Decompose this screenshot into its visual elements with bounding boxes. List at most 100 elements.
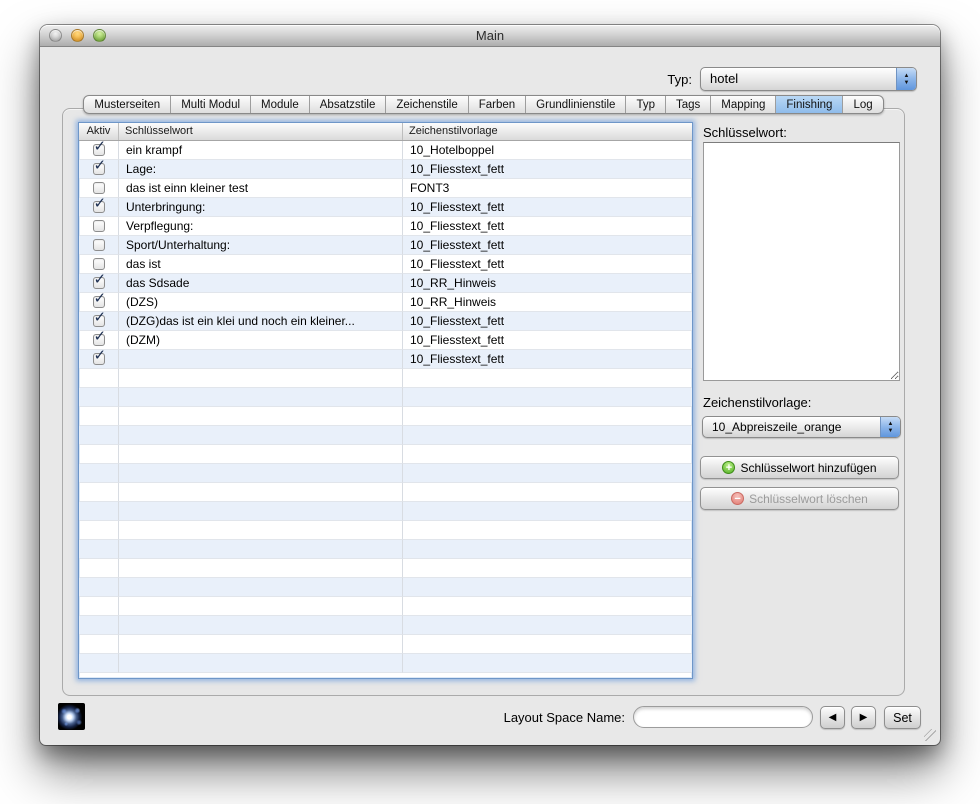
next-button[interactable]: ▶ <box>851 706 876 729</box>
tab-zeichenstile[interactable]: Zeichenstile <box>386 96 468 113</box>
row-checkbox[interactable]: ✓ <box>93 163 105 175</box>
column-header-aktiv[interactable]: Aktiv <box>79 123 119 140</box>
previous-button[interactable]: ◀ <box>820 706 845 729</box>
table-row-empty[interactable] <box>79 597 692 616</box>
tab-farben[interactable]: Farben <box>469 96 526 113</box>
table-row-empty[interactable] <box>79 654 692 673</box>
table-row[interactable]: ✓(DZM)10_Fliesstext_fett <box>79 331 692 350</box>
table-row[interactable]: ✓(DZS)10_RR_Hinweis <box>79 293 692 312</box>
stepper-down-icon: ▼ <box>904 80 910 86</box>
cell-style: 10_Fliesstext_fett <box>403 331 692 350</box>
column-header-schluesselwort[interactable]: Schlüsselwort <box>119 123 403 140</box>
cell-empty <box>119 654 403 673</box>
layout-space-name-input[interactable] <box>633 706 813 728</box>
row-checkbox[interactable]: ✓ <box>93 277 105 289</box>
tab-finishing[interactable]: Finishing <box>776 96 843 113</box>
row-checkbox[interactable] <box>93 220 105 232</box>
tab-multi-modul[interactable]: Multi Modul <box>171 96 251 113</box>
resize-grip[interactable] <box>924 729 936 741</box>
tab-grundlinienstile[interactable]: Grundlinienstile <box>526 96 626 113</box>
cell-style: 10_RR_Hinweis <box>403 293 692 312</box>
cell-empty <box>403 521 692 540</box>
style-popup-button[interactable]: 10_Abpreiszeile_orange ▲ ▼ <box>702 416 901 438</box>
right-arrow-icon: ▶ <box>860 712 868 723</box>
cell-keyword: das Sdsade <box>119 274 403 293</box>
close-button-icon[interactable] <box>49 29 62 42</box>
table-row-empty[interactable] <box>79 369 692 388</box>
plus-glyph: + <box>726 463 732 473</box>
row-checkbox[interactable] <box>93 239 105 251</box>
cell-style: 10_Fliesstext_fett <box>403 255 692 274</box>
table-row-empty[interactable] <box>79 559 692 578</box>
popup-stepper-icon: ▲ ▼ <box>896 68 916 90</box>
table-row-empty[interactable] <box>79 407 692 426</box>
cell-empty <box>79 369 119 388</box>
row-checkbox[interactable]: ✓ <box>93 334 105 346</box>
cell-empty <box>403 597 692 616</box>
table-row-empty[interactable] <box>79 521 692 540</box>
table-row[interactable]: ✓10_Fliesstext_fett <box>79 350 692 369</box>
cell-aktiv <box>79 179 119 198</box>
check-icon: ✓ <box>94 312 107 327</box>
column-header-zeichenstilvorlage[interactable]: Zeichenstilvorlage <box>403 123 692 140</box>
row-checkbox[interactable]: ✓ <box>93 296 105 308</box>
add-keyword-button[interactable]: + Schlüsselwort hinzufügen <box>700 456 899 479</box>
cell-style: 10_Fliesstext_fett <box>403 236 692 255</box>
tab-module[interactable]: Module <box>251 96 310 113</box>
set-button[interactable]: Set <box>884 706 921 729</box>
row-checkbox[interactable]: ✓ <box>93 144 105 156</box>
zoom-button-icon[interactable] <box>93 29 106 42</box>
cell-style: FONT3 <box>403 179 692 198</box>
cell-empty <box>79 597 119 616</box>
table-row-empty[interactable] <box>79 426 692 445</box>
title-bar[interactable]: Main <box>40 25 940 47</box>
check-icon: ✓ <box>94 141 107 156</box>
table-row[interactable]: das ist10_Fliesstext_fett <box>79 255 692 274</box>
delete-keyword-button[interactable]: − Schlüsselwort löschen <box>700 487 899 510</box>
cell-aktiv: ✓ <box>79 274 119 293</box>
row-checkbox[interactable]: ✓ <box>93 201 105 213</box>
minimize-button-icon[interactable] <box>71 29 84 42</box>
table-row-empty[interactable] <box>79 616 692 635</box>
cell-empty <box>119 540 403 559</box>
table-row[interactable]: Sport/Unterhaltung:10_Fliesstext_fett <box>79 236 692 255</box>
keyword-textarea[interactable] <box>703 142 900 381</box>
table-row[interactable]: ✓(DZG)das ist ein klei und noch ein klei… <box>79 312 692 331</box>
table-row-empty[interactable] <box>79 578 692 597</box>
cell-style: 10_Hotelboppel <box>403 141 692 160</box>
table-row[interactable]: das ist einn kleiner testFONT3 <box>79 179 692 198</box>
tab-absatzstile[interactable]: Absatzstile <box>310 96 387 113</box>
tab-log[interactable]: Log <box>843 96 882 113</box>
table-row-empty[interactable] <box>79 388 692 407</box>
row-checkbox[interactable]: ✓ <box>93 315 105 327</box>
tab-musterseiten[interactable]: Musterseiten <box>84 96 171 113</box>
cell-empty <box>403 445 692 464</box>
tab-bar: MusterseitenMulti ModulModuleAbsatzstile… <box>62 95 905 114</box>
tab-typ[interactable]: Typ <box>626 96 666 113</box>
table-row[interactable]: ✓ein krampf10_Hotelboppel <box>79 141 692 160</box>
table-row-empty[interactable] <box>79 540 692 559</box>
row-checkbox[interactable] <box>93 258 105 270</box>
typ-popup-button[interactable]: hotel ▲ ▼ <box>700 67 917 91</box>
table-row[interactable]: Verpflegung:10_Fliesstext_fett <box>79 217 692 236</box>
tab-mapping[interactable]: Mapping <box>711 96 776 113</box>
table-row-empty[interactable] <box>79 445 692 464</box>
cell-style: 10_Fliesstext_fett <box>403 198 692 217</box>
table-row-empty[interactable] <box>79 464 692 483</box>
cell-keyword: Sport/Unterhaltung: <box>119 236 403 255</box>
row-checkbox[interactable] <box>93 182 105 194</box>
table-row-empty[interactable] <box>79 502 692 521</box>
check-icon: ✓ <box>94 274 107 289</box>
table-row[interactable]: ✓Unterbringung:10_Fliesstext_fett <box>79 198 692 217</box>
table-row[interactable]: ✓Lage:10_Fliesstext_fett <box>79 160 692 179</box>
table-row-empty[interactable] <box>79 483 692 502</box>
table-row[interactable]: ✓das Sdsade10_RR_Hinweis <box>79 274 692 293</box>
left-arrow-icon: ◀ <box>829 712 837 723</box>
keyword-table[interactable]: Aktiv Schlüsselwort Zeichenstilvorlage ✓… <box>78 122 693 679</box>
row-checkbox[interactable]: ✓ <box>93 353 105 365</box>
cell-empty <box>79 521 119 540</box>
table-row-empty[interactable] <box>79 635 692 654</box>
tab-tags[interactable]: Tags <box>666 96 711 113</box>
cell-style: 10_Fliesstext_fett <box>403 312 692 331</box>
cell-empty <box>119 521 403 540</box>
